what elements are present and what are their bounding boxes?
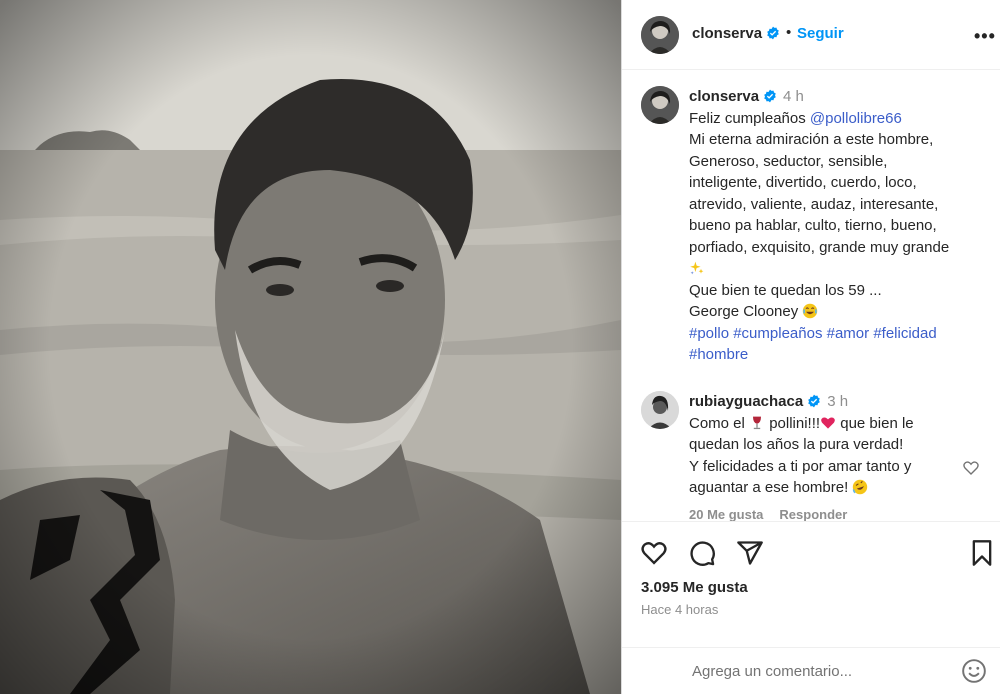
wine-glass-emoji-icon bbox=[753, 416, 762, 429]
caption-author-avatar[interactable] bbox=[641, 86, 679, 124]
post-actions-bar: 3.095 Me gusta Hace 4 horas bbox=[622, 521, 1000, 647]
comment-icon[interactable] bbox=[688, 539, 716, 567]
caption-text: clonserva 4 h Feliz cumpleaños @pollolibr… bbox=[689, 86, 989, 366]
sparkles-emoji-icon bbox=[689, 258, 989, 280]
caption-line: Generoso, seductor, sensible, bbox=[689, 152, 888, 170]
post-timestamp[interactable]: Hace 4 horas bbox=[641, 602, 718, 617]
caption-line: Mi eterna admiración a este hombre, bbox=[689, 131, 934, 148]
laughing-emoji-icon bbox=[803, 303, 818, 319]
comment-text-part: pollini!!! bbox=[769, 414, 821, 432]
separator-dot: • bbox=[786, 24, 792, 41]
author-avatar[interactable] bbox=[641, 16, 679, 54]
heart-icon[interactable] bbox=[640, 539, 668, 567]
more-options-icon[interactable]: ••• bbox=[974, 26, 996, 47]
commenter-avatar[interactable] bbox=[641, 391, 679, 429]
verified-badge-icon bbox=[808, 394, 820, 408]
caption-line: porfiado, exquisito, grande muy grande bbox=[689, 238, 950, 256]
post-photo-image bbox=[0, 0, 621, 694]
comment-text-part: que bien le bbox=[840, 414, 914, 432]
caption-line: Que bien te quedan los 59 ... bbox=[689, 281, 882, 299]
comment-item: rubiayguachaca 3 h Como el pollini!!! que… bbox=[622, 387, 1000, 521]
follow-button[interactable]: Seguir bbox=[797, 25, 844, 42]
save-bookmark-icon[interactable] bbox=[968, 539, 996, 567]
hashtag-link[interactable]: #hombre bbox=[689, 346, 748, 363]
like-comment-heart-icon[interactable] bbox=[962, 459, 980, 477]
post-header: clonserva • Seguir ••• bbox=[622, 0, 1000, 70]
comments-section[interactable]: clonserva 4 h Feliz cumpleaños @pollolibr… bbox=[622, 71, 1000, 521]
share-icon[interactable] bbox=[736, 539, 764, 567]
hashtag-link[interactable]: #amor bbox=[827, 325, 870, 342]
comment-text-part: Como el bbox=[689, 414, 745, 432]
caption-greeting: Feliz cumpleaños bbox=[689, 109, 806, 127]
hashtag-link[interactable]: #pollo bbox=[689, 325, 729, 342]
caption-line: inteligente, divertido, cuerdo, loco, bbox=[689, 174, 917, 191]
comment-likes-count[interactable]: 20 Me gusta bbox=[689, 507, 763, 521]
rofl-emoji-icon bbox=[853, 479, 868, 495]
verified-badge-icon bbox=[767, 26, 779, 40]
add-comment-bar bbox=[622, 647, 1000, 694]
post-side-panel: clonserva • Seguir ••• clonserva 4 h Feli… bbox=[621, 0, 1000, 694]
reply-button[interactable]: Responder bbox=[779, 507, 847, 521]
caption-time[interactable]: 4 h bbox=[783, 88, 804, 105]
add-comment-input[interactable] bbox=[692, 658, 952, 684]
comment-time[interactable]: 3 h bbox=[827, 393, 848, 410]
comment-text: rubiayguachaca 3 h Como el pollini!!! que… bbox=[689, 391, 959, 499]
mention-link[interactable]: @pollolibre66 bbox=[810, 110, 902, 127]
hashtag-link[interactable]: #cumpleaños bbox=[733, 325, 822, 342]
caption-line: bueno pa hablar, culto, tierno, bueno, bbox=[689, 217, 937, 234]
red-heart-emoji-icon bbox=[821, 416, 835, 429]
emoji-picker-icon[interactable] bbox=[961, 658, 987, 684]
hashtag-link[interactable]: #felicidad bbox=[873, 325, 936, 342]
commenter-username[interactable]: rubiayguachaca bbox=[689, 393, 803, 410]
verified-badge-icon bbox=[764, 89, 776, 103]
comment-line: aguantar a ese hombre! bbox=[689, 479, 849, 496]
caption-line: atrevido, valiente, audaz, interesante, bbox=[689, 195, 939, 213]
likes-count[interactable]: 3.095 Me gusta bbox=[641, 579, 748, 596]
comment-line: quedan los años la pura verdad! bbox=[689, 436, 904, 453]
caption-line: George Clooney bbox=[689, 303, 799, 320]
caption-username[interactable]: clonserva bbox=[689, 88, 759, 105]
author-username-link[interactable]: clonserva bbox=[692, 25, 780, 42]
comment-line: Y felicidades a ti por amar tanto y bbox=[689, 457, 912, 475]
comment-meta: 20 Me gusta Responder bbox=[689, 507, 863, 521]
post-photo[interactable] bbox=[0, 0, 621, 694]
